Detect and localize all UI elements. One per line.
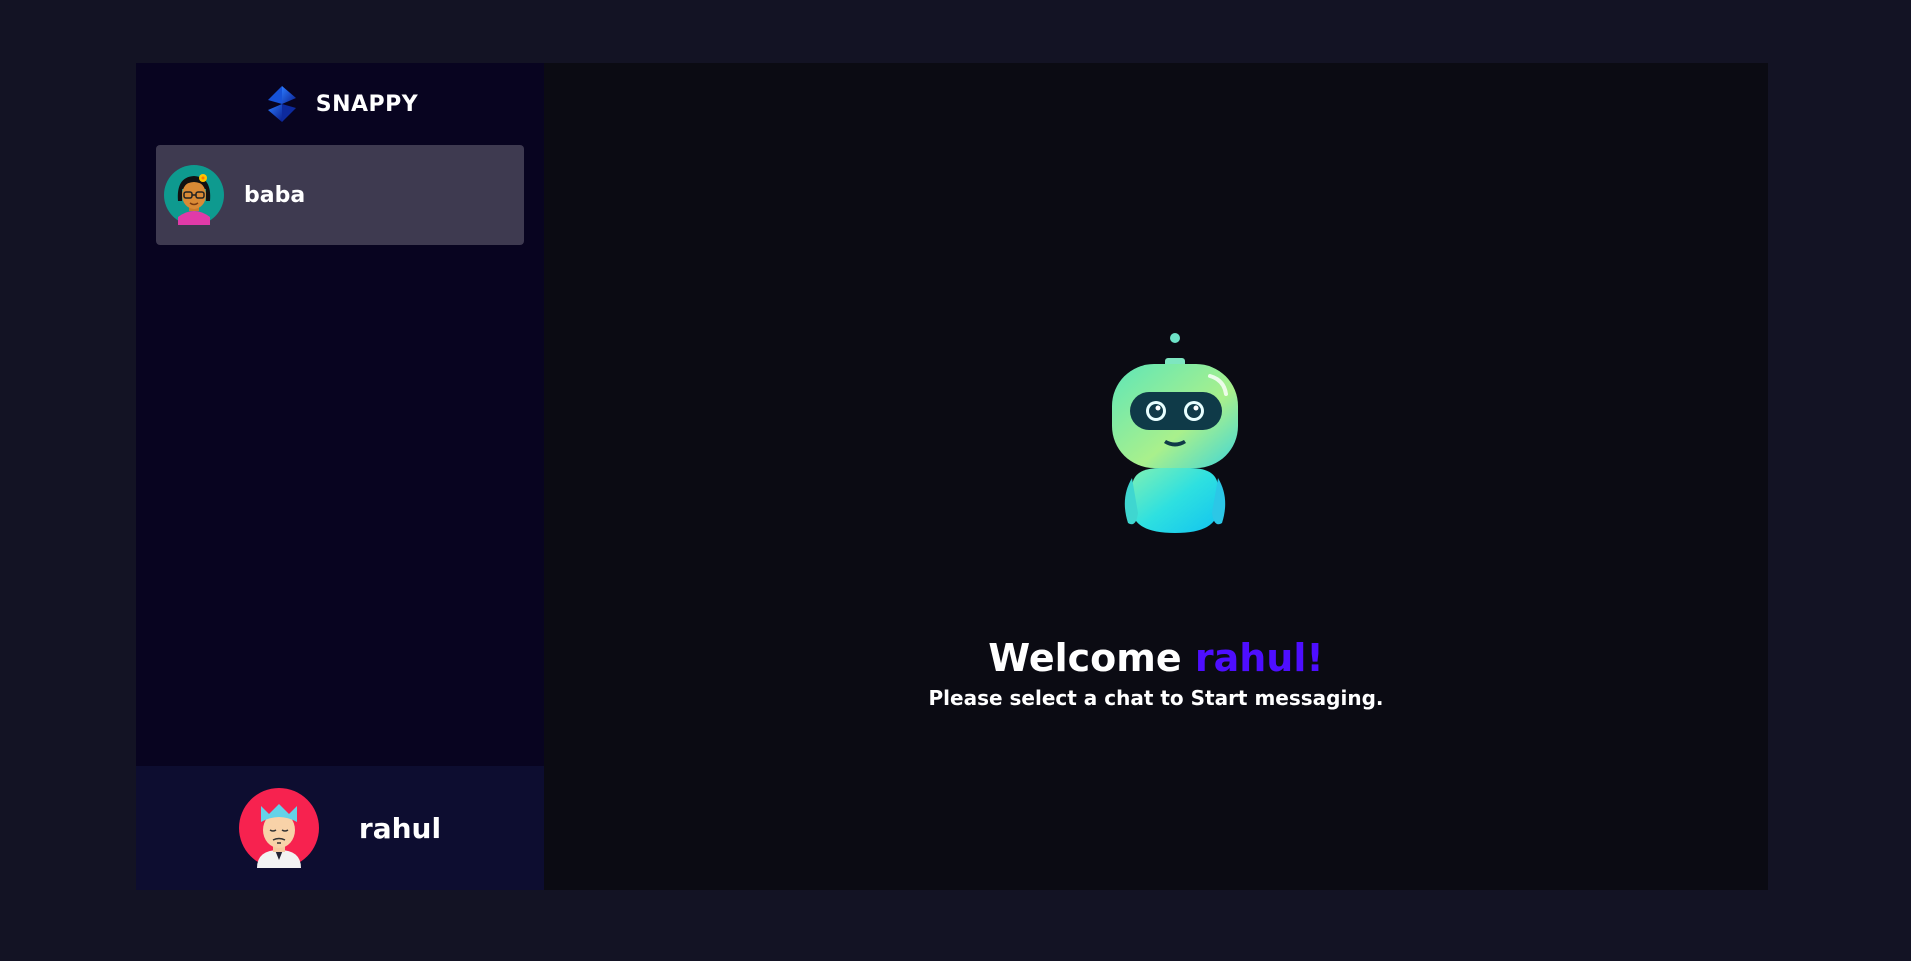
woman-with-glasses-avatar-icon [164, 165, 224, 225]
welcome-greeting: Welcome [988, 636, 1182, 680]
contact-list: baba [136, 145, 544, 766]
current-user-bar: rahul [136, 766, 544, 890]
man-with-blue-hair-avatar-icon [238, 788, 319, 868]
chat-app-container: SNAPPY baba rahul Welcome rahul! Please … [136, 63, 1768, 890]
welcome-heading: Welcome rahul! [544, 636, 1768, 680]
contact-name: baba [244, 182, 306, 208]
robot-icon [1110, 328, 1240, 538]
welcome-subtitle: Please select a chat to Start messaging. [928, 685, 1384, 710]
contacts-sidebar: SNAPPY baba rahul [136, 63, 544, 890]
welcome-message: Welcome rahul! Please select a chat to S… [544, 636, 1768, 710]
brand-name: SNAPPY [315, 91, 419, 117]
contact-item-baba[interactable]: baba [156, 145, 524, 245]
welcome-panel: Welcome rahul! Please select a chat to S… [544, 63, 1768, 890]
current-user-name: rahul [358, 811, 442, 845]
welcome-username: rahul! [1194, 636, 1324, 680]
brand-header: SNAPPY [136, 63, 544, 145]
snappy-logo-icon [267, 86, 296, 122]
